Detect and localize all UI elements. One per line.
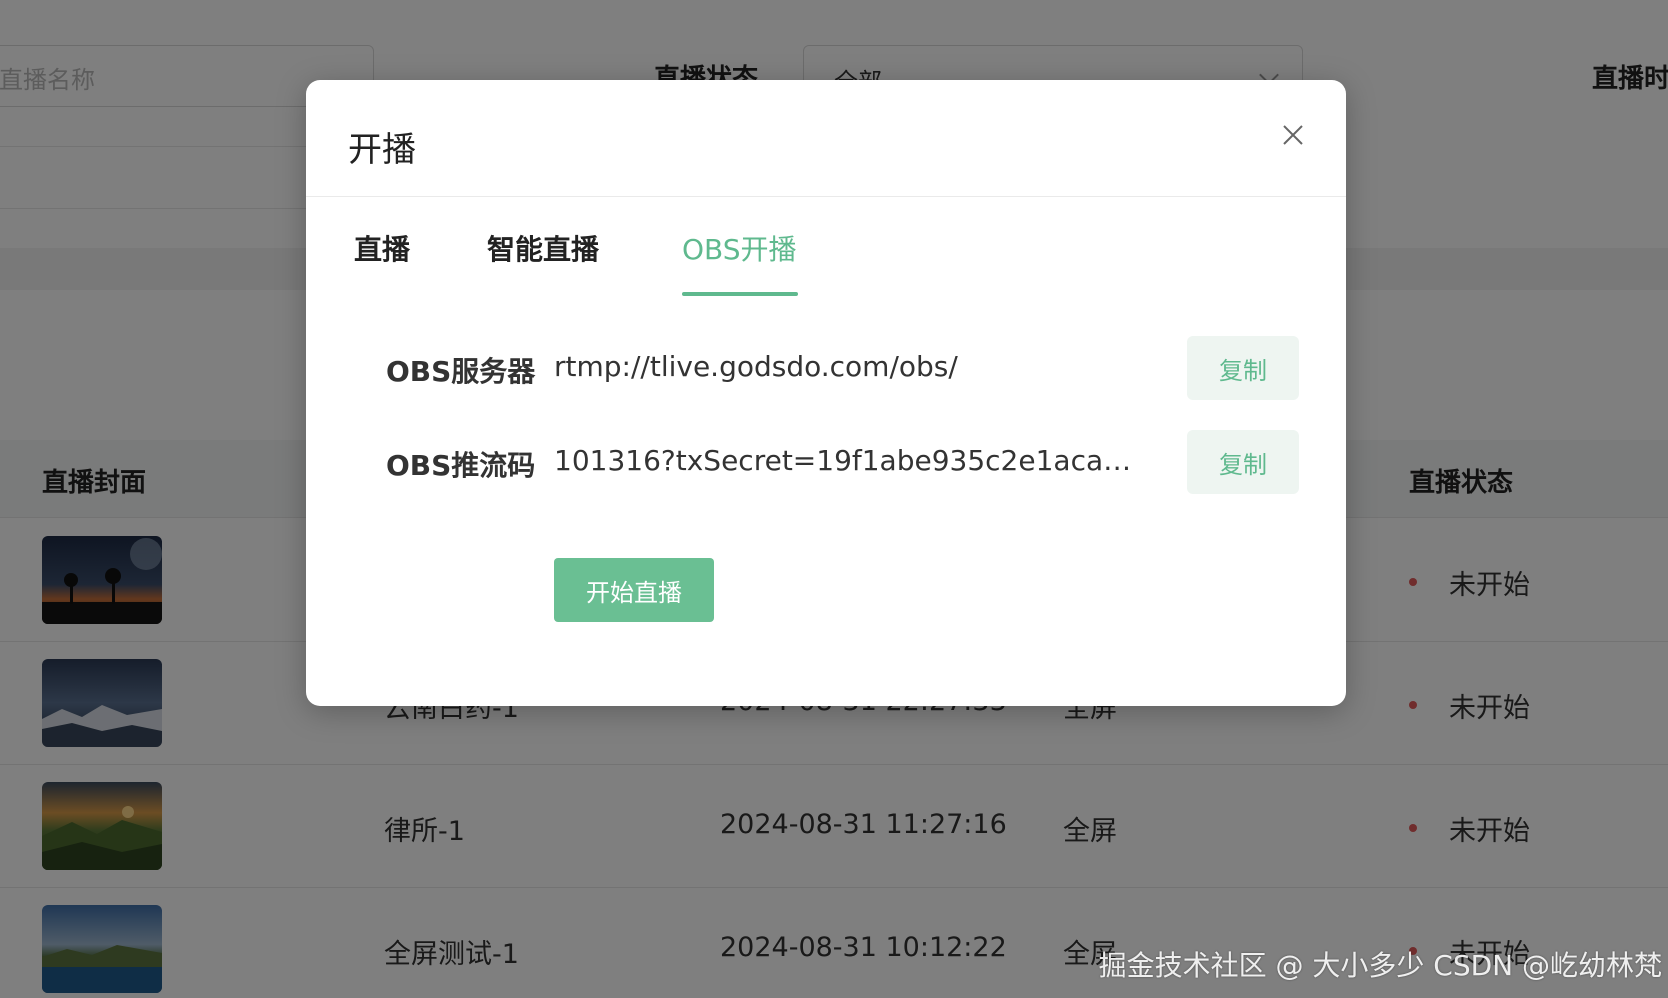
- watermark: 掘金技术社区 @ 大小多少 CSDN @屹幼林梵: [1098, 949, 1662, 982]
- copy-server-button[interactable]: 复制: [1187, 336, 1299, 400]
- copy-key-button[interactable]: 复制: [1187, 430, 1299, 494]
- tab-obs-live[interactable]: OBS开播: [682, 228, 797, 268]
- modal-title: 开播: [348, 130, 416, 170]
- start-live-button[interactable]: 开始直播: [554, 558, 714, 622]
- obs-server-label: OBS服务器: [386, 355, 536, 388]
- obs-key-label: OBS推流码: [386, 449, 536, 482]
- close-button[interactable]: [1278, 120, 1308, 150]
- obs-key-value: 101316?txSecret=19f1abe935c2e1aca9265...: [554, 444, 1134, 477]
- start-live-modal: 开播 直播 智能直播 OBS开播 OBS服务器 rtmp://tlive.god…: [306, 80, 1346, 706]
- modal-header: 开播: [306, 80, 1346, 197]
- tab-live[interactable]: 直播: [354, 228, 410, 268]
- tab-smart-live[interactable]: 智能直播: [487, 228, 599, 268]
- obs-server-value: rtmp://tlive.godsdo.com/obs/: [554, 350, 958, 383]
- active-tab-indicator: [682, 292, 798, 296]
- close-icon: [1283, 125, 1303, 145]
